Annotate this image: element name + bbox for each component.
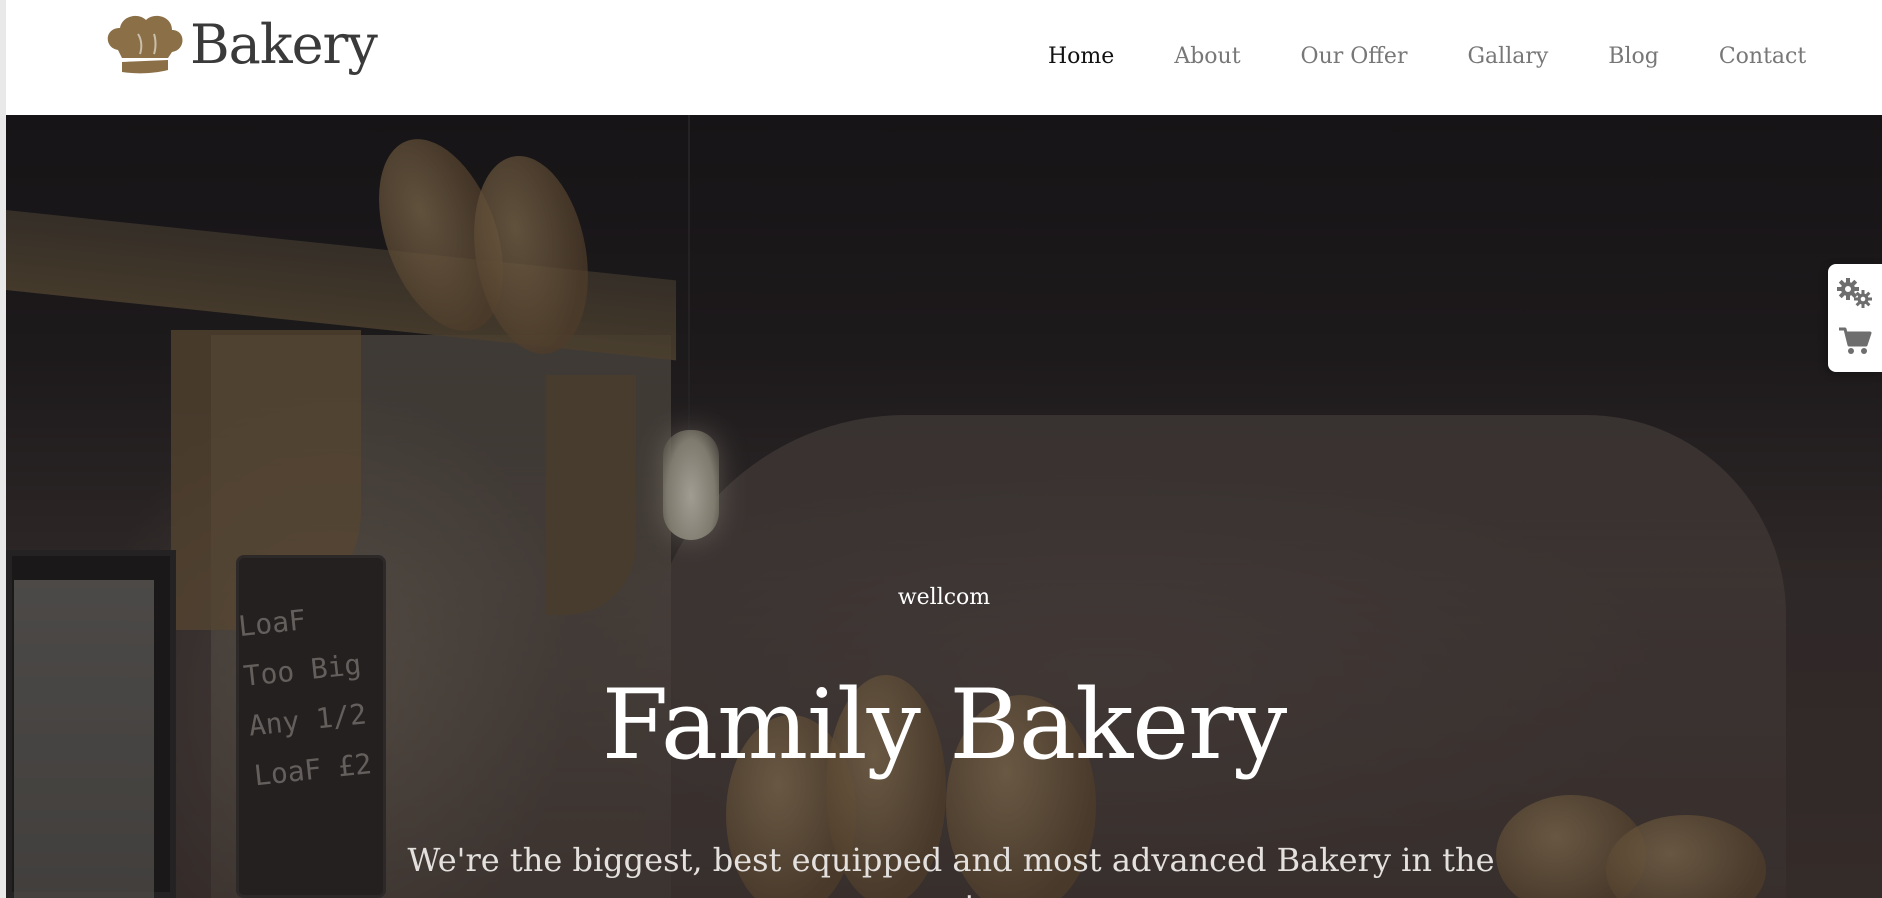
settings-button[interactable] <box>1828 268 1882 318</box>
hero-welcome: wellcom <box>897 585 991 610</box>
hero-title: Family Bakery <box>601 669 1287 781</box>
nav-contact[interactable]: Contact <box>1719 38 1806 76</box>
cart-button[interactable] <box>1828 316 1882 366</box>
hero-subtitle: We're the biggest, best equipped and mos… <box>407 841 1495 898</box>
main-nav: Home About Our Offer Gallary Blog Contac… <box>1048 38 1866 76</box>
shopping-cart-icon <box>1839 327 1872 354</box>
site-logo-link[interactable]: Bakery <box>102 10 378 80</box>
site-header: Bakery Home About Our Offer Gallary Blog… <box>6 0 1882 115</box>
logo-text: Bakery <box>190 13 378 76</box>
hero-content: wellcom Family Bakery We're the biggest,… <box>6 115 1882 898</box>
side-widget <box>1828 264 1882 372</box>
chef-hat-icon <box>107 15 183 74</box>
gears-icon <box>1837 278 1872 308</box>
nav-our-offer[interactable]: Our Offer <box>1301 38 1408 76</box>
nav-home[interactable]: Home <box>1048 38 1114 76</box>
hero-section: LoaF Too Big Any 1/2 LoaF £2 wellcom Fam… <box>6 115 1882 898</box>
nav-about[interactable]: About <box>1174 38 1240 76</box>
nav-blog[interactable]: Blog <box>1608 38 1659 76</box>
nav-gallary[interactable]: Gallary <box>1467 38 1548 76</box>
